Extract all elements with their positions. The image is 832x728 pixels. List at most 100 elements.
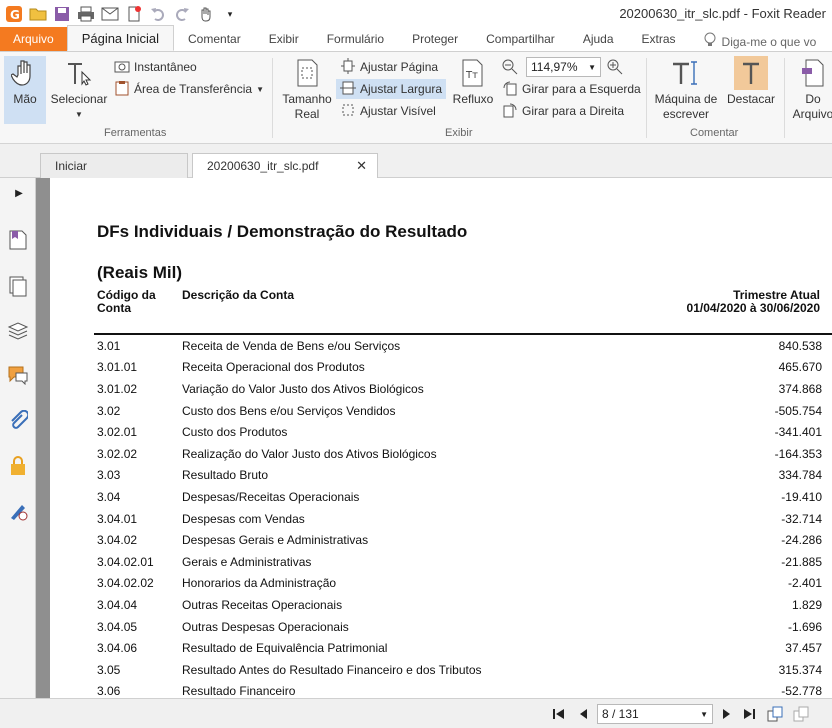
window-title: 20200630_itr_slc.pdf - Foxit Reader xyxy=(619,6,826,21)
table-row: 3.04.05 Outras Despesas Operacionais -1.69… xyxy=(97,616,822,638)
tab-comentar[interactable]: Comentar xyxy=(174,27,255,51)
table-row: 3.01 Receita de Venda de Bens e/ou Serviç… xyxy=(97,335,822,357)
account-description: Gerais e Administrativas xyxy=(182,554,312,569)
rotate-right-label: Girar para a Direita xyxy=(522,104,625,118)
bookmarks-icon[interactable] xyxy=(7,229,29,251)
tab-arquivo[interactable]: Arquivo xyxy=(0,27,67,51)
account-description: Realização do Valor Justo dos Ativos Bio… xyxy=(182,446,437,461)
page-number-input[interactable]: 8 / 131 ▼ xyxy=(597,704,713,724)
from-file-button[interactable]: Do Arquivo xyxy=(790,56,832,122)
highlight-button[interactable]: Destacar xyxy=(724,56,778,107)
close-tab-icon[interactable]: ✕ xyxy=(356,158,367,174)
select-tool-button[interactable]: Selecionar ▼ xyxy=(48,56,110,122)
tab-extras[interactable]: Extras xyxy=(628,27,690,51)
lightbulb-icon xyxy=(704,32,716,51)
tab-proteger[interactable]: Proteger xyxy=(398,27,472,51)
tell-me-search[interactable]: Diga-me o que vo xyxy=(690,32,816,51)
page-indicator: 8 / 131 xyxy=(602,707,639,721)
previous-page-icon[interactable] xyxy=(575,706,591,722)
fit-width-button[interactable]: Ajustar Largura xyxy=(336,79,447,99)
zoom-out-icon[interactable] xyxy=(502,59,518,78)
redo-icon[interactable] xyxy=(172,4,192,24)
account-description: Variação do Valor Justo dos Ativos Bioló… xyxy=(182,381,424,396)
reflow-button[interactable]: Tт Refluxo xyxy=(451,56,495,107)
email-icon[interactable] xyxy=(100,4,120,24)
account-code: 3.04.01 xyxy=(97,511,138,526)
zoom-in-icon[interactable] xyxy=(607,59,623,78)
hand-tool-button[interactable]: Mão xyxy=(4,56,46,124)
tab-compartilhar[interactable]: Compartilhar xyxy=(472,27,569,51)
account-value: 315.374 xyxy=(778,662,822,677)
table-row: 3.01.01 Receita Operacional dos Produtos 4… xyxy=(97,357,822,379)
account-code: 3.04 xyxy=(97,489,121,504)
column-header-code: Código da Conta xyxy=(97,289,156,315)
fit-visible-button[interactable]: Ajustar Visível xyxy=(340,101,436,121)
doc-tab-start[interactable]: Iniciar xyxy=(40,153,188,178)
tab-ajuda[interactable]: Ajuda xyxy=(569,27,628,51)
zoom-dropdown-icon[interactable]: ▼ xyxy=(588,63,596,72)
page-thumbnails-icon[interactable] xyxy=(7,275,29,297)
fit-width-label: Ajustar Largura xyxy=(360,82,443,96)
doc-tab-file[interactable]: 20200630_itr_slc.pdf ✕ xyxy=(192,153,378,178)
undo-icon[interactable] xyxy=(148,4,168,24)
account-value: -505.754 xyxy=(774,403,822,418)
new-document-icon[interactable] xyxy=(124,4,144,24)
typewriter-button[interactable]: Máquina de escrever xyxy=(652,56,720,122)
from-file-icon xyxy=(796,56,830,90)
account-code: 3.01 xyxy=(97,338,121,353)
table-row: 3.06 Resultado Financeiro -52.778 xyxy=(97,681,822,698)
page-title: DFs Individuais / Demonstração do Result… xyxy=(97,222,468,241)
rotate-right-button[interactable]: Girar para a Direita xyxy=(502,101,624,121)
table-row: 3.04.02.01 Gerais e Administrativas -21.88… xyxy=(97,551,822,573)
account-code: 3.04.02.02 xyxy=(97,576,154,591)
highlight-label: Destacar xyxy=(726,92,776,106)
open-folder-icon[interactable] xyxy=(28,4,48,24)
print-icon[interactable] xyxy=(76,4,96,24)
snapshot-label: Instantâneo xyxy=(134,60,197,74)
account-description: Resultado Bruto xyxy=(182,468,269,483)
typewriter-icon xyxy=(669,56,703,90)
extract-page-icon[interactable] xyxy=(767,706,783,722)
account-code: 3.06 xyxy=(97,684,121,698)
tab-exibir[interactable]: Exibir xyxy=(255,27,313,51)
title-bar: G ▾ 20200630_itr_slc.pdf - Foxit Reader xyxy=(0,0,832,28)
hand-tool-quick-icon[interactable] xyxy=(196,4,216,24)
snapshot-button[interactable]: Instantâneo xyxy=(114,57,197,77)
account-value: 37.457 xyxy=(785,641,822,656)
fit-page-button[interactable]: Ajustar Página xyxy=(340,57,438,77)
next-page-icon[interactable] xyxy=(719,706,735,722)
table-row: 3.04.02 Despesas Gerais e Administrativas… xyxy=(97,529,822,551)
comments-icon[interactable] xyxy=(7,364,29,386)
layers-icon[interactable] xyxy=(7,320,29,342)
table-row: 3.01.02 Variação do Valor Justo dos Ativo… xyxy=(97,378,822,400)
account-code: 3.01.02 xyxy=(97,381,138,396)
attachments-icon[interactable] xyxy=(7,410,29,432)
svg-text:Tт: Tт xyxy=(465,70,478,81)
first-page-icon[interactable] xyxy=(551,706,567,722)
save-icon[interactable] xyxy=(52,4,72,24)
account-value: -24.286 xyxy=(781,533,822,548)
last-page-icon[interactable] xyxy=(741,706,757,722)
page-dropdown-icon[interactable]: ▼ xyxy=(700,710,708,719)
account-code: 3.04.05 xyxy=(97,619,138,634)
hand-icon xyxy=(8,56,42,90)
actual-size-button[interactable]: Tamanho Real xyxy=(280,56,334,122)
page-subtitle: (Reais Mil) xyxy=(97,263,183,282)
zoom-level-select[interactable]: 114,97% ▼ xyxy=(526,57,601,77)
clipboard-button[interactable]: Área de Transferência ▼ xyxy=(114,79,264,99)
column-header-code-line2: Conta xyxy=(97,301,131,315)
table-row: 3.03 Resultado Bruto 334.784 xyxy=(97,465,822,487)
expand-panel-icon[interactable]: ▶ xyxy=(8,182,30,204)
page-view-icon[interactable] xyxy=(793,706,809,722)
security-lock-icon[interactable] xyxy=(7,455,29,477)
rotate-left-button[interactable]: Girar para a Esquerda xyxy=(502,79,641,99)
column-header-value: Trimestre Atual 01/04/2020 à 30/06/2020 xyxy=(687,289,820,315)
signatures-icon[interactable] xyxy=(7,500,29,522)
customize-toolbar-icon[interactable]: ▾ xyxy=(220,4,240,24)
clipboard-dropdown-icon[interactable]: ▼ xyxy=(256,85,264,94)
foxit-logo-icon: G xyxy=(4,4,24,24)
tab-pagina-inicial[interactable]: Página Inicial xyxy=(66,25,175,51)
tab-formulario[interactable]: Formulário xyxy=(313,27,398,51)
table-row: 3.02.01 Custo dos Produtos -341.401 xyxy=(97,421,822,443)
select-dropdown-icon[interactable]: ▼ xyxy=(75,107,83,122)
